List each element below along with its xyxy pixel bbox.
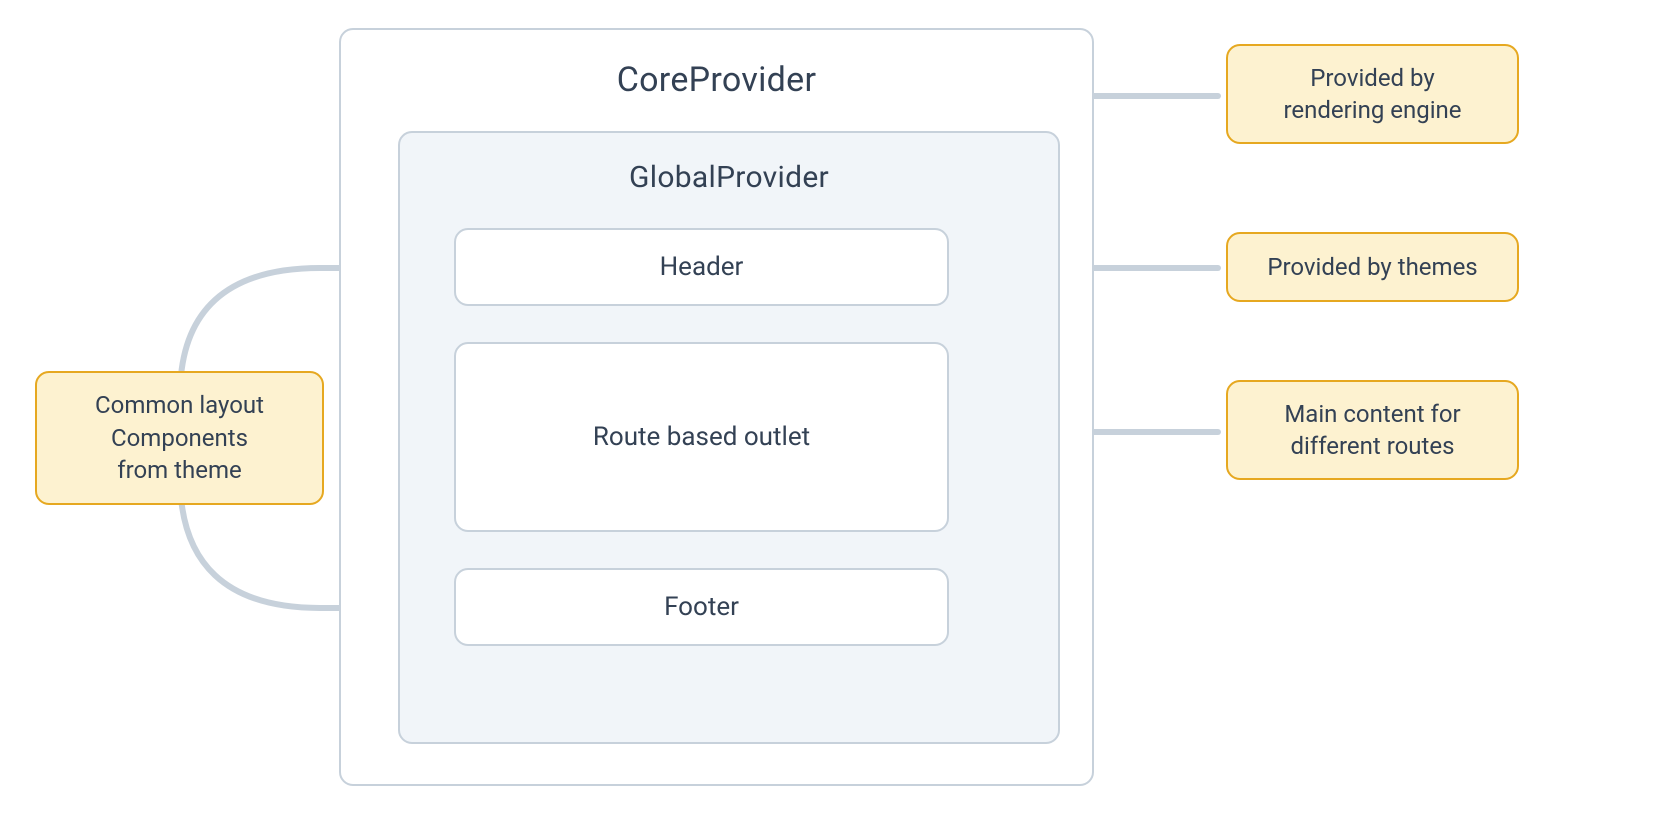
note-main-content-routes: Main content for different routes: [1226, 380, 1519, 480]
diagram-stage: CoreProvider GlobalProvider Header Route…: [0, 0, 1680, 816]
note-common-line2: Components: [111, 422, 248, 454]
note-common-line1: Common layout: [95, 389, 264, 421]
note-rendering-engine: Provided by rendering engine: [1226, 44, 1519, 144]
route-outlet-label: Route based outlet: [593, 422, 810, 452]
header-box: Header: [454, 228, 949, 306]
note-routes-line2: different routes: [1291, 430, 1455, 462]
note-routes-line1: Main content for: [1284, 398, 1460, 430]
note-themes-line1: Provided by themes: [1267, 251, 1477, 283]
globalprovider-title-wrap: GlobalProvider: [398, 160, 1060, 200]
globalprovider-title: GlobalProvider: [629, 160, 829, 195]
footer-box: Footer: [454, 568, 949, 646]
coreprovider-title-wrap: CoreProvider: [339, 60, 1094, 110]
coreprovider-title: CoreProvider: [617, 60, 817, 100]
note-common-line3: from theme: [117, 454, 242, 486]
note-rendering-line1: Provided by: [1310, 62, 1434, 94]
note-rendering-line2: rendering engine: [1283, 94, 1461, 126]
note-common-layout: Common layout Components from theme: [35, 371, 324, 505]
note-provided-themes: Provided by themes: [1226, 232, 1519, 302]
header-label: Header: [660, 252, 744, 282]
route-outlet-box: Route based outlet: [454, 342, 949, 532]
footer-label: Footer: [664, 592, 739, 622]
